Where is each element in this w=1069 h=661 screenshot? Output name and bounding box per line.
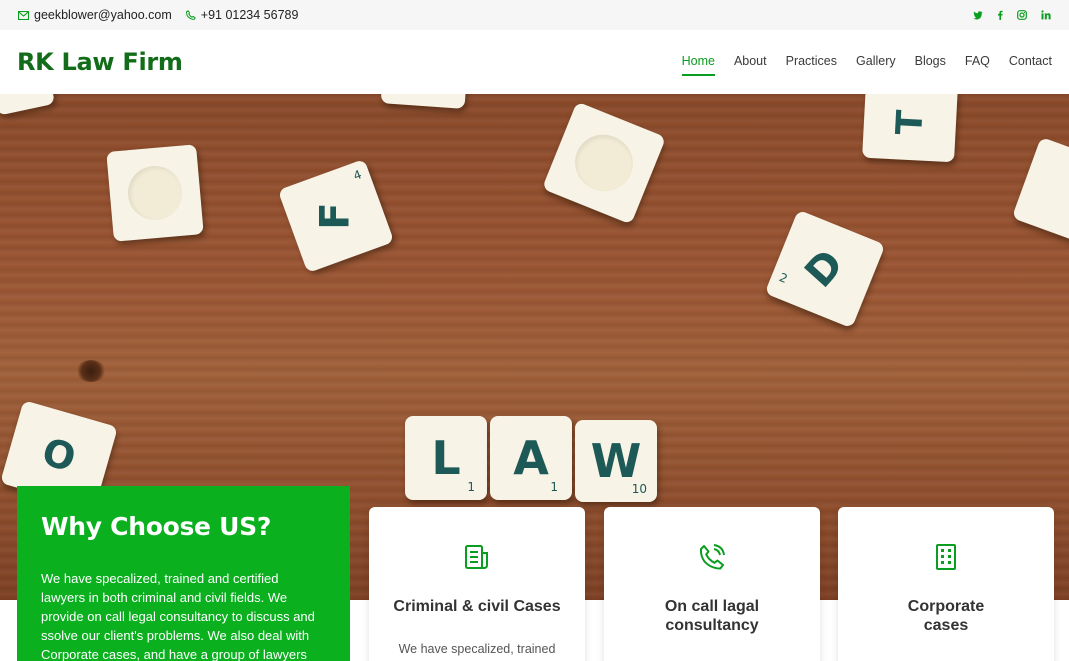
scrabble-tile-W: W 10 — [575, 420, 657, 502]
scrabble-tile-blank — [541, 101, 667, 225]
top-bar: geekblower@yahoo.com +91 01234 56789 — [0, 0, 1069, 30]
email-text: geekblower@yahoo.com — [34, 8, 172, 22]
phone-text: +91 01234 56789 — [200, 8, 299, 22]
phone-link[interactable]: +91 01234 56789 — [185, 8, 299, 22]
service-card-title: Criminal & civil Cases — [393, 598, 561, 615]
main-nav: Home About Practices Gallery Blogs FAQ C… — [681, 48, 1052, 76]
tile-letter: W — [590, 434, 642, 488]
service-card-title: On call lagal consultancy — [604, 597, 820, 635]
phone-icon — [185, 10, 196, 20]
scrabble-tile-letter: D 2 — [764, 209, 886, 329]
why-title: Why Choose US? — [41, 512, 272, 541]
tile-letter: L — [431, 431, 461, 485]
social-links — [973, 10, 1051, 20]
scrabble-tile-letter: T — [862, 94, 958, 163]
nav-faq[interactable]: FAQ — [965, 48, 990, 76]
scrabble-tile-blank — [0, 94, 56, 116]
tile-letter: O — [37, 429, 81, 481]
email-link[interactable]: geekblower@yahoo.com — [18, 8, 172, 22]
site-header: RK Law Firm Home About Practices Gallery… — [0, 30, 1069, 94]
service-card-title: Corporate cases — [838, 597, 1054, 635]
service-card-corporate[interactable]: Corporate cases — [838, 507, 1054, 661]
building-icon — [933, 543, 959, 576]
nav-gallery[interactable]: Gallery — [856, 48, 896, 76]
phone-call-icon — [698, 543, 726, 576]
linkedin-icon[interactable] — [1041, 10, 1051, 20]
tile-letter: D — [796, 241, 854, 297]
nav-contact[interactable]: Contact — [1009, 48, 1052, 76]
tile-number: 2 — [777, 270, 790, 286]
scrabble-tile-letter: F 4 — [277, 158, 395, 274]
tile-number: 10 — [631, 482, 647, 496]
scrabble-tile-partial — [1011, 136, 1069, 246]
wood-knot — [76, 360, 106, 382]
instagram-icon[interactable] — [1017, 10, 1027, 20]
tile-letter: F — [312, 202, 359, 230]
nav-home[interactable]: Home — [681, 48, 716, 76]
twitter-icon[interactable] — [973, 10, 983, 20]
tile-letter: A — [513, 431, 549, 485]
document-icon — [463, 543, 491, 576]
tile-number: 1 — [550, 480, 558, 494]
scrabble-tile-blank — [106, 144, 204, 242]
service-card-criminal-civil[interactable]: Criminal & civil Cases We have specalize… — [369, 507, 585, 661]
contact-info: geekblower@yahoo.com +91 01234 56789 — [18, 8, 298, 22]
scrabble-tile-A: A 1 — [490, 416, 572, 500]
logo[interactable]: RK Law Firm — [17, 48, 183, 76]
service-card-title-line2: cases — [923, 617, 969, 634]
service-card-title-line2: consultancy — [665, 617, 759, 634]
nav-about[interactable]: About — [734, 48, 767, 76]
service-card-title-line1: On call lagal — [664, 598, 760, 615]
tile-number: 1 — [467, 480, 475, 494]
service-card-text: We have specalized, trained — [398, 642, 556, 656]
envelope-icon — [18, 10, 29, 20]
service-card-title-line1: Corporate — [907, 598, 985, 615]
service-card-on-call[interactable]: On call lagal consultancy — [604, 507, 820, 661]
tile-letter: T — [888, 108, 932, 136]
facebook-icon[interactable] — [997, 10, 1003, 20]
scrabble-tile-blank — [380, 94, 468, 109]
why-choose-us-panel: Why Choose US? We have specalized, train… — [17, 486, 350, 661]
tile-number: 4 — [351, 167, 364, 184]
why-text: We have specalized, trained and certifie… — [41, 571, 315, 661]
scrabble-tile-L: L 1 — [405, 416, 487, 500]
nav-blogs[interactable]: Blogs — [915, 48, 946, 76]
nav-practices[interactable]: Practices — [786, 48, 837, 76]
